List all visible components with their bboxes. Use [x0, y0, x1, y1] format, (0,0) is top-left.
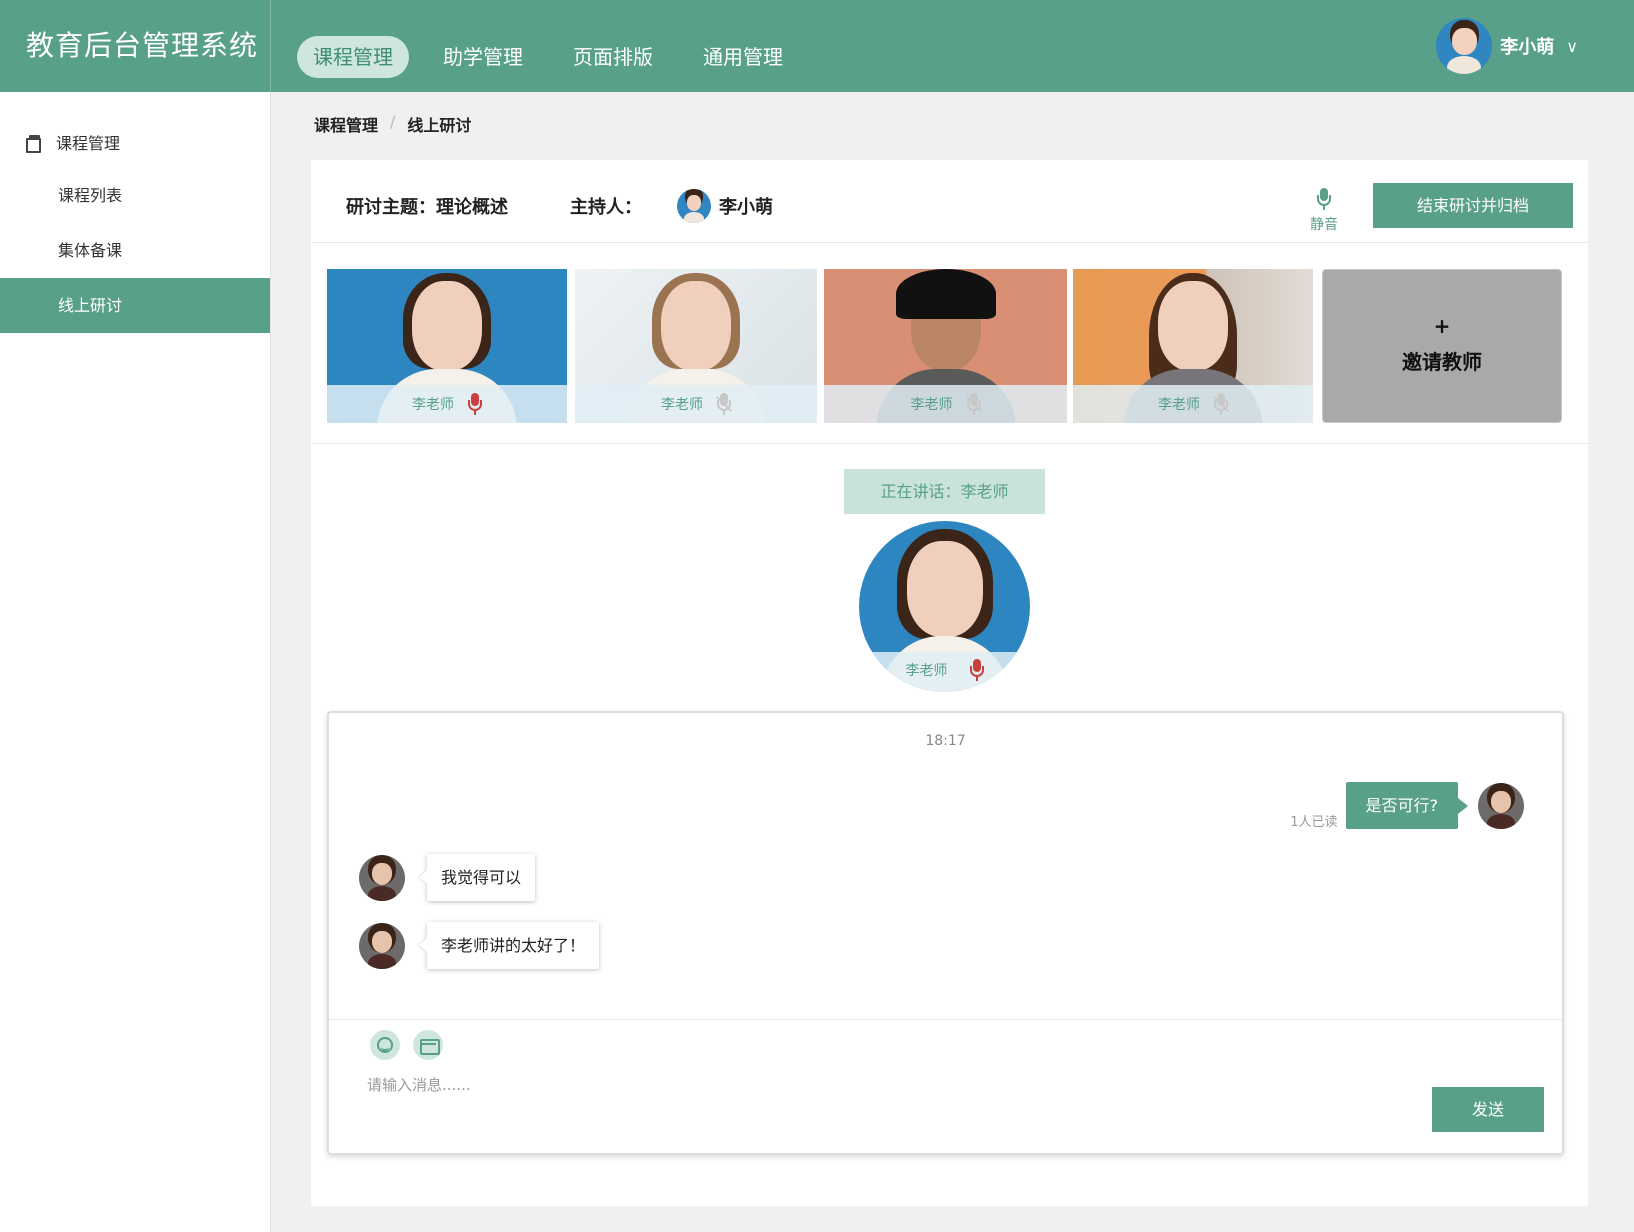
plus-icon: + — [1433, 314, 1451, 338]
microphone-on-icon — [468, 393, 482, 415]
breadcrumb-separator: / — [390, 112, 396, 131]
breadcrumb-item-current: 线上研讨 — [407, 116, 472, 135]
breadcrumb-item-course[interactable]: 课程管理 — [314, 112, 378, 136]
chat-message-incoming: 李老师讲的太好了！ — [359, 922, 600, 969]
nav-item-assist[interactable]: 助学管理 — [427, 36, 539, 78]
message-bubble: 我觉得可以 — [427, 854, 536, 901]
message-bubble: 是否可行? — [1345, 782, 1468, 829]
main-nav: 课程管理 助学管理 页面排版 通用管理 — [297, 36, 799, 78]
discussion-panel: 研讨主题：理论概述 主持人： 李小萌 静音 结束研讨并归档 李老师 李老师 李老… — [311, 160, 1588, 1206]
sidebar-item-course-list[interactable]: 课程列表 — [0, 168, 270, 223]
discussion-header: 研讨主题：理论概述 主持人： 李小萌 静音 结束研讨并归档 — [311, 160, 1588, 243]
chat-box: 18:17 1人已读 是否可行? 我觉得可以 李老师讲的太好了！ 发送 — [327, 711, 1564, 1155]
microphone-on-icon — [969, 659, 984, 681]
host-info: 李小萌 — [677, 189, 773, 223]
sidebar: 课程管理 课程列表 集体备课 线上研讨 — [0, 92, 271, 1232]
speaking-indicator: 正在讲话：李老师 — [844, 469, 1045, 514]
participant-bar: 李老师 — [575, 385, 817, 423]
message-bubble: 李老师讲的太好了！ — [427, 922, 600, 969]
user-name: 李小萌 — [1500, 37, 1555, 58]
participant-name: 李老师 — [910, 397, 953, 413]
participant-bar: 李老师 — [1073, 385, 1313, 423]
invite-label: 邀请教师 — [1402, 350, 1482, 374]
invite-teacher-button[interactable]: + 邀请教师 — [1322, 269, 1562, 423]
avatar — [359, 854, 405, 901]
read-status: 1人已读 — [1290, 815, 1338, 830]
participant-bar: 李老师 — [327, 385, 567, 423]
mute-button[interactable]: 静音 — [1304, 188, 1344, 234]
user-menu[interactable]: 李小萌 ∨ — [1436, 18, 1578, 74]
avatar — [1478, 782, 1524, 829]
avatar — [677, 189, 711, 223]
message-input[interactable] — [367, 1073, 1267, 1097]
microphone-off-icon — [716, 393, 732, 415]
participant-tiles: 李老师 李老师 李老师 李老师 + 邀请教师 — [327, 269, 1572, 423]
chat-message-outgoing: 1人已读 是否可行? — [1290, 781, 1524, 830]
sidebar-section-label: 课程管理 — [56, 134, 121, 153]
book-icon — [26, 135, 42, 153]
sidebar-section-course[interactable]: 课程管理 — [0, 116, 270, 168]
speaker-bar: 李老师 — [859, 652, 1030, 692]
top-bar: 教育后台管理系统 课程管理 助学管理 页面排版 通用管理 李小萌 ∨ — [0, 0, 1634, 92]
host-name: 李小萌 — [719, 197, 773, 218]
send-button[interactable]: 发送 — [1432, 1087, 1544, 1132]
microphone-off-icon — [965, 393, 982, 415]
microphone-off-icon — [1213, 393, 1229, 415]
host-label: 主持人： — [570, 197, 642, 218]
chat-message-incoming: 我觉得可以 — [359, 854, 536, 901]
nav-item-course[interactable]: 课程管理 — [297, 36, 409, 78]
speaker-name: 李老师 — [905, 663, 948, 679]
participant-name: 李老师 — [1158, 397, 1200, 413]
participant-tile[interactable]: 李老师 — [327, 269, 567, 423]
sidebar-item-online-discussion[interactable]: 线上研讨 — [0, 278, 270, 333]
participant-tile[interactable]: 李老师 — [824, 269, 1067, 423]
emoji-icon[interactable] — [370, 1030, 400, 1060]
chevron-down-icon: ∨ — [1566, 36, 1578, 56]
nav-item-layout[interactable]: 页面排版 — [557, 36, 669, 78]
divider — [329, 1019, 1562, 1020]
avatar — [359, 922, 405, 969]
avatar — [1436, 18, 1493, 74]
divider — [311, 443, 1588, 444]
participant-name: 李老师 — [661, 397, 703, 413]
app-title: 教育后台管理系统 — [0, 0, 271, 92]
microphone-icon — [1317, 188, 1331, 210]
nav-item-general[interactable]: 通用管理 — [687, 36, 799, 78]
end-and-archive-button[interactable]: 结束研讨并归档 — [1373, 183, 1573, 228]
participant-name: 李老师 — [412, 397, 454, 413]
participant-tile[interactable]: 李老师 — [1073, 269, 1313, 423]
discussion-topic: 研讨主题：理论概述 — [346, 197, 508, 218]
chat-timestamp: 18:17 — [925, 733, 966, 749]
breadcrumb: 课程管理 / 线上研讨 — [314, 112, 471, 136]
sidebar-item-group-prep[interactable]: 集体备课 — [0, 223, 270, 278]
folder-icon[interactable] — [413, 1030, 443, 1060]
mute-label: 静音 — [1310, 217, 1338, 233]
participant-tile[interactable]: 李老师 — [575, 269, 817, 423]
participant-bar: 李老师 — [824, 385, 1067, 423]
active-speaker-video: 李老师 — [859, 521, 1030, 692]
